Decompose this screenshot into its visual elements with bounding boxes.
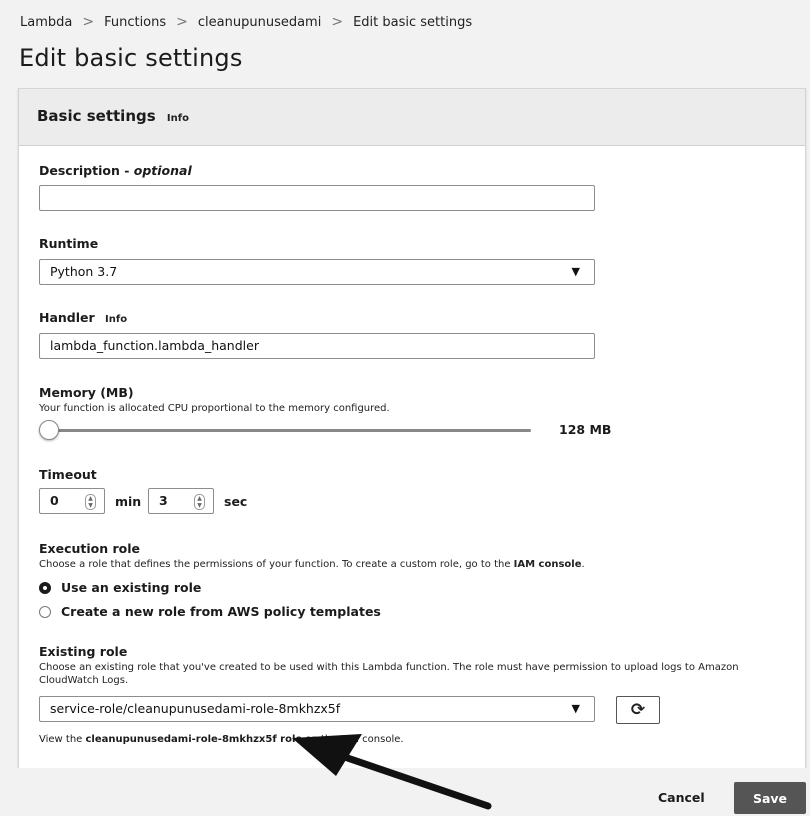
refresh-icon: ⟳ [630, 700, 646, 720]
refresh-button[interactable]: ⟳ [616, 696, 660, 724]
timeout-sec-unit: sec [224, 494, 248, 509]
footer: Cancel Save [0, 768, 810, 816]
runtime-value: Python 3.7 [50, 264, 118, 279]
radio-label: Create a new role from AWS policy templa… [61, 604, 381, 619]
description-label: Description - optional [39, 163, 192, 178]
iam-console-link[interactable]: IAM console [514, 559, 582, 570]
timeout-sec-input[interactable]: 3 ▲ ▼ [148, 488, 214, 514]
runtime-select[interactable]: Python 3.7 ▼ [39, 259, 595, 285]
view-role-link[interactable]: cleanupunusedami-role-8mkhzx5f role [86, 734, 303, 745]
breadcrumb-function[interactable]: cleanupunusedami [198, 15, 321, 30]
radio-create-new-role[interactable]: Create a new role from AWS policy templa… [39, 604, 381, 619]
radio-use-existing-role[interactable]: Use an existing role [39, 580, 201, 595]
handler-label-text: Handler [39, 310, 95, 325]
radio-label: Use an existing role [61, 580, 202, 595]
caret-down-icon: ▼ [571, 265, 580, 278]
execution-role-desc-suffix: . [581, 559, 585, 570]
breadcrumb-current: Edit basic settings [353, 14, 473, 30]
handler-input[interactable]: lambda_function.lambda_handler [39, 333, 595, 359]
breadcrumb-lambda[interactable]: Lambda [20, 15, 72, 30]
radio-unchecked-icon[interactable] [39, 605, 51, 618]
panel-header: Basic settings Info [19, 89, 805, 146]
handler-label: Handler Info [39, 310, 127, 325]
breadcrumb-functions[interactable]: Functions [104, 15, 166, 30]
memory-slider-thumb[interactable] [39, 420, 59, 440]
radio-checked-icon[interactable] [39, 581, 51, 594]
breadcrumb: Lambda > Functions > cleanupunusedami > … [20, 14, 472, 30]
execution-role-label: Execution role [39, 541, 141, 556]
existing-role-select[interactable]: service-role/cleanupunusedami-role-8mkhz… [39, 696, 595, 722]
basic-settings-panel: Basic settings Info Description - option… [18, 88, 806, 770]
description-label-text: Description - [39, 163, 134, 178]
view-role-text: View the cleanupunusedami-role-8mkhzx5f … [39, 734, 404, 745]
existing-role-value: service-role/cleanupunusedami-role-8mkhz… [50, 701, 341, 716]
view-role-prefix: View the [39, 734, 86, 745]
execution-role-desc-text: Choose a role that defines the permissio… [39, 559, 514, 570]
breadcrumb-separator: > [176, 14, 188, 30]
timeout-label: Timeout [39, 467, 97, 482]
panel-title: Basic settings Info [37, 107, 189, 125]
timeout-min-value: 0 [50, 493, 59, 508]
existing-role-description: Choose an existing role that you've crea… [39, 662, 739, 686]
breadcrumb-separator: > [82, 14, 95, 30]
memory-label: Memory (MB) [39, 385, 134, 400]
timeout-sec-value: 3 [159, 493, 168, 508]
memory-description: Your function is allocated CPU proportio… [39, 403, 390, 414]
spinner-icon[interactable]: ▲ ▼ [194, 494, 205, 510]
existing-role-label: Existing role [39, 644, 128, 659]
description-optional: optional [133, 163, 192, 178]
memory-value: 128 MB [559, 422, 612, 437]
timeout-min-input[interactable]: 0 ▲ ▼ [39, 488, 105, 514]
panel-title-text: Basic settings [37, 107, 156, 125]
timeout-min-unit: min [115, 494, 142, 509]
save-button[interactable]: Save [734, 782, 806, 814]
breadcrumb-separator: > [331, 14, 344, 30]
spinner-icon[interactable]: ▲ ▼ [85, 494, 96, 510]
page-title: Edit basic settings [19, 44, 243, 72]
memory-slider-track[interactable] [41, 429, 531, 432]
view-role-suffix: on the IAM console. [302, 734, 404, 745]
handler-info-link[interactable]: Info [105, 314, 127, 325]
execution-role-description: Choose a role that defines the permissio… [39, 559, 585, 570]
runtime-label: Runtime [39, 236, 99, 251]
caret-down-icon: ▼ [571, 702, 580, 715]
cancel-button[interactable]: Cancel [658, 790, 705, 805]
panel-info-link[interactable]: Info [167, 113, 189, 124]
description-input[interactable] [39, 185, 595, 211]
